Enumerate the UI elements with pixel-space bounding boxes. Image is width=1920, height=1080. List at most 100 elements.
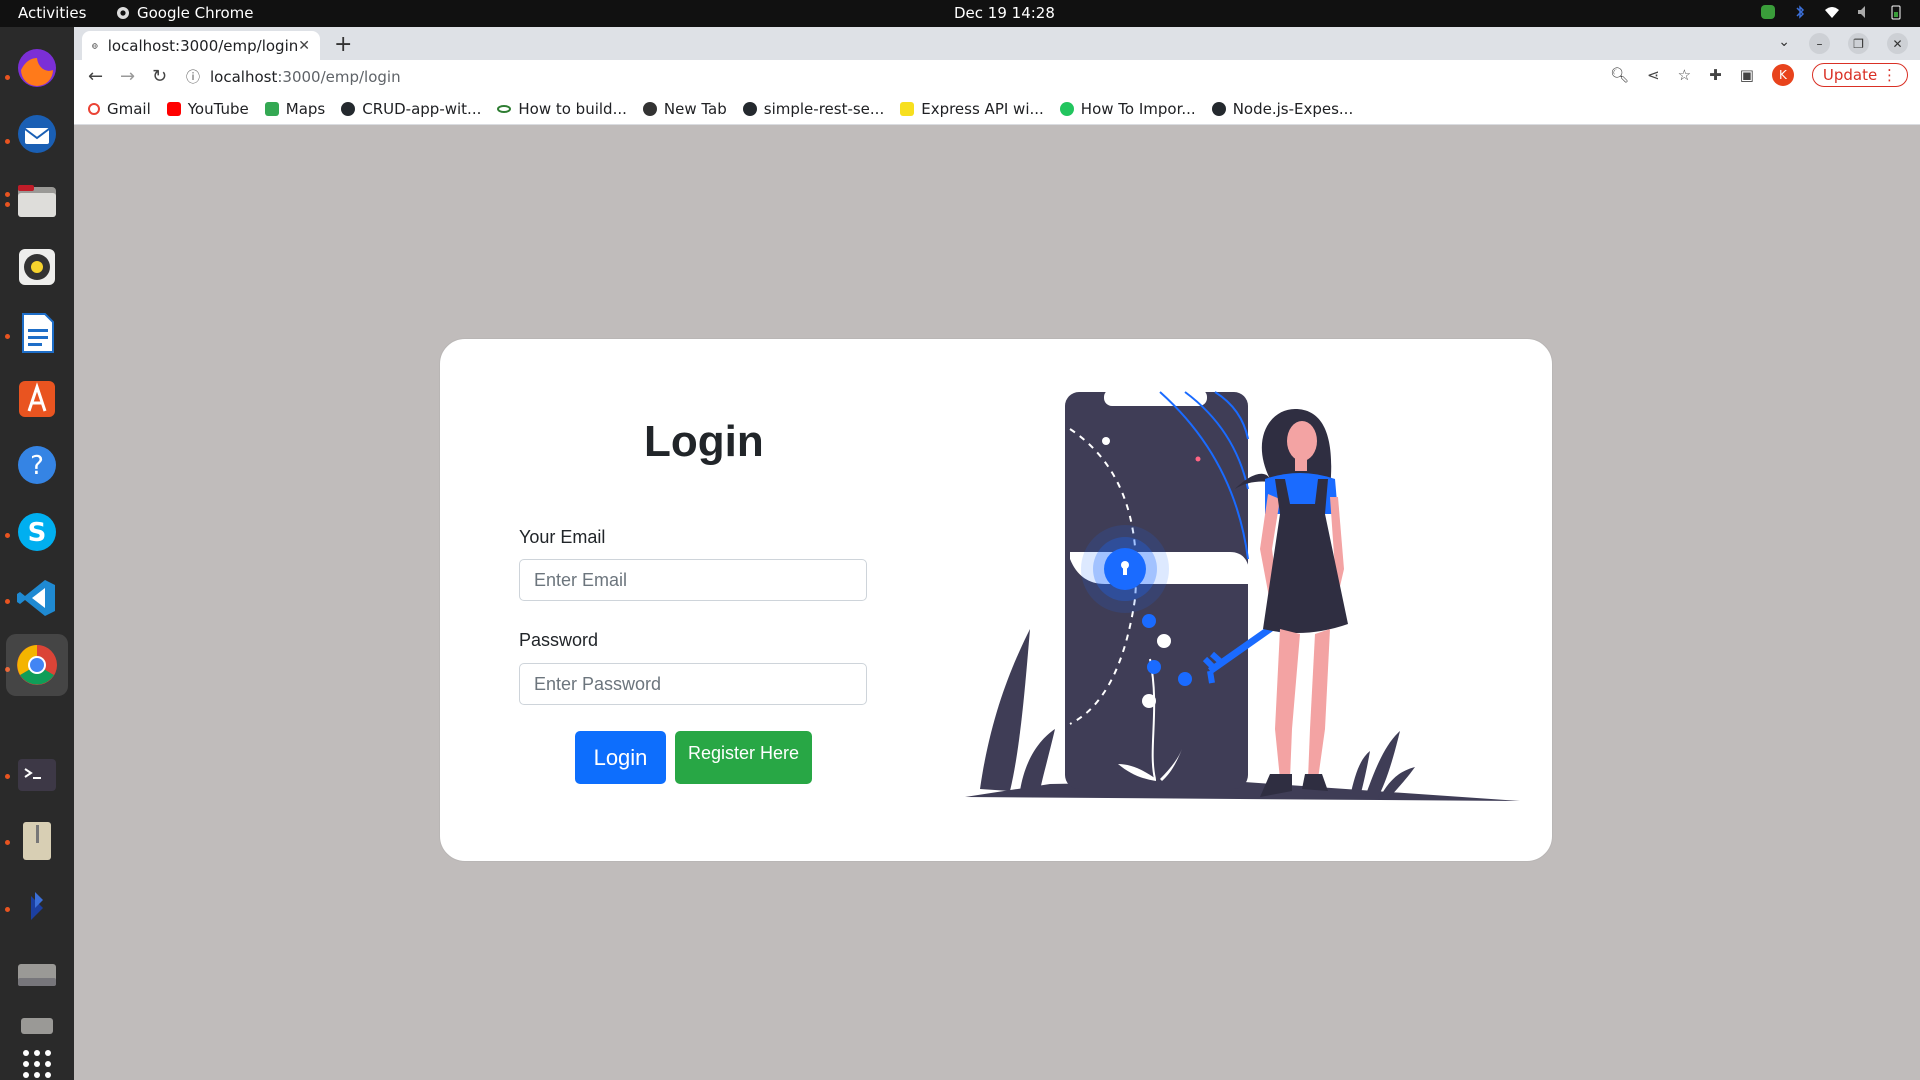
show-apps-grid-icon[interactable] bbox=[13, 1040, 61, 1080]
bookmark-nodejs-expes[interactable]: Node.js-Expes... bbox=[1211, 99, 1354, 118]
email-field[interactable] bbox=[519, 559, 867, 601]
decor-dot bbox=[1102, 437, 1110, 445]
flower-dot bbox=[1157, 634, 1171, 648]
bookmark-label: Maps bbox=[285, 99, 326, 118]
bookmark-label: YouTube bbox=[187, 99, 249, 118]
update-button[interactable]: Update ⋮ bbox=[1811, 63, 1908, 87]
bookmark-star-icon[interactable]: ☆ bbox=[1678, 66, 1691, 84]
zoom-icon[interactable]: 🔍︎ bbox=[1610, 66, 1629, 84]
bookmark-youtube[interactable]: YouTube bbox=[166, 99, 249, 118]
plant-leaf-left bbox=[980, 629, 1030, 791]
password-label: Password bbox=[519, 630, 599, 650]
forward-arrow-icon[interactable]: → bbox=[120, 66, 135, 87]
firefox-icon[interactable] bbox=[13, 44, 61, 92]
dock: ? S bbox=[0, 27, 74, 1080]
register-button[interactable]: Register Here bbox=[675, 731, 812, 784]
girl-face bbox=[1287, 421, 1317, 461]
bluetooth-icon bbox=[1792, 4, 1808, 20]
svg-text:S: S bbox=[28, 518, 47, 548]
page-title: Login bbox=[644, 417, 764, 466]
app-name-label: Google Chrome bbox=[137, 4, 254, 22]
archive-manager-icon[interactable] bbox=[13, 817, 61, 865]
share-icon[interactable]: ⋖ bbox=[1647, 66, 1660, 84]
dock-running-indicator bbox=[5, 192, 10, 197]
tab-title: localhost:3000/emp/login bbox=[107, 36, 299, 55]
dock-running-indicator bbox=[5, 202, 10, 207]
girl-leg-left bbox=[1275, 629, 1300, 779]
bookmark-label: Node.js-Expes... bbox=[1232, 99, 1354, 118]
maps-icon bbox=[264, 101, 279, 116]
terminal-icon[interactable] bbox=[13, 751, 61, 799]
restore-icon[interactable]: ❐ bbox=[1848, 33, 1869, 54]
youtube-icon bbox=[166, 101, 181, 116]
url-path: :3000/emp/login bbox=[277, 67, 401, 86]
bookmark-how-to-build[interactable]: How to build... bbox=[497, 100, 627, 118]
address-bar[interactable]: ⓘ localhost :3000/emp/login bbox=[186, 63, 1366, 90]
vscode-icon[interactable] bbox=[13, 574, 61, 622]
svg-text:?: ? bbox=[30, 451, 44, 481]
dock-running-indicator bbox=[5, 907, 10, 912]
update-label: Update bbox=[1822, 66, 1878, 84]
decor-dot bbox=[1195, 456, 1201, 462]
bookmark-gmail[interactable]: Gmail bbox=[88, 100, 151, 118]
libreoffice-writer-icon[interactable] bbox=[13, 309, 61, 357]
extensions-puzzle-icon[interactable]: ✚ bbox=[1709, 66, 1722, 84]
back-arrow-icon[interactable]: ← bbox=[88, 66, 103, 87]
skype-icon[interactable]: S bbox=[13, 508, 61, 556]
help-icon[interactable]: ? bbox=[13, 441, 61, 489]
side-panel-icon[interactable]: ▣ bbox=[1740, 66, 1754, 84]
bookmark-label: How to build... bbox=[518, 99, 627, 118]
profile-avatar[interactable]: K bbox=[1771, 64, 1794, 86]
site-info-icon[interactable]: ⓘ bbox=[186, 67, 200, 87]
tab-search-chevron-icon[interactable]: ⌄ bbox=[1778, 34, 1790, 50]
dock-running-indicator bbox=[5, 840, 10, 845]
tab-close-icon[interactable]: ✕ bbox=[298, 38, 310, 54]
dock-running-indicator bbox=[5, 334, 10, 339]
system-tray[interactable] bbox=[1760, 4, 1904, 20]
flower-dot bbox=[1178, 672, 1192, 686]
rhythmbox-icon[interactable] bbox=[13, 243, 61, 291]
dock-running-indicator bbox=[5, 774, 10, 779]
javascript-icon bbox=[900, 101, 915, 116]
tab-active[interactable]: localhost:3000/emp/login ✕ bbox=[82, 31, 320, 60]
bookmark-label: simple-rest-se... bbox=[763, 99, 885, 118]
login-card: Login Your Email Password Login Register… bbox=[439, 338, 1553, 862]
software-center-icon[interactable] bbox=[13, 375, 61, 423]
plant-right bbox=[1350, 751, 1370, 797]
thunderbird-icon[interactable] bbox=[13, 110, 61, 158]
flower-dot bbox=[1142, 614, 1156, 628]
dock-running-indicator bbox=[5, 533, 10, 538]
dock-running-indicator bbox=[5, 599, 10, 604]
bookmarks-bar: Gmail YouTube Maps CRUD-app-wit... How t… bbox=[74, 93, 1920, 125]
minimize-icon[interactable]: – bbox=[1809, 33, 1830, 54]
github-icon bbox=[341, 101, 356, 116]
system-top-bar: Activities Google Chrome Dec 19 14:28 bbox=[0, 0, 1920, 27]
bookmark-label: CRUD-app-wit... bbox=[362, 99, 482, 118]
browser-window: localhost:3000/emp/login ✕ + ⌄ – ❐ ✕ ← →… bbox=[74, 27, 1920, 1080]
girl-shoe-right bbox=[1302, 774, 1328, 791]
battery-icon bbox=[1888, 4, 1904, 20]
chrome-app-icon bbox=[117, 7, 129, 19]
password-field[interactable] bbox=[519, 663, 867, 705]
bookmark-maps[interactable]: Maps bbox=[264, 99, 326, 118]
files-icon[interactable] bbox=[13, 177, 61, 225]
bookmark-label: Gmail bbox=[107, 99, 151, 118]
chrome-icon[interactable] bbox=[6, 634, 68, 696]
reload-icon[interactable]: ↻ bbox=[152, 66, 167, 87]
close-window-icon[interactable]: ✕ bbox=[1887, 33, 1908, 54]
login-button[interactable]: Login bbox=[575, 731, 666, 784]
activities-button[interactable]: Activities bbox=[18, 4, 86, 22]
app-menu[interactable]: Google Chrome bbox=[116, 4, 254, 22]
bookmark-simple-rest[interactable]: simple-rest-se... bbox=[742, 99, 885, 118]
bookmark-new-tab[interactable]: New Tab bbox=[642, 100, 727, 118]
new-tab-button[interactable]: + bbox=[334, 32, 352, 57]
link-icon bbox=[497, 104, 512, 113]
drive-icon[interactable] bbox=[13, 950, 61, 998]
bluetooth-app-icon[interactable] bbox=[13, 884, 61, 932]
clock[interactable]: Dec 19 14:28 bbox=[954, 4, 1055, 22]
bookmark-express-api[interactable]: Express API wi... bbox=[900, 100, 1044, 118]
plant-leaf-left-2 bbox=[1020, 729, 1055, 791]
flower-dot bbox=[1142, 694, 1156, 708]
bookmark-crud-app[interactable]: CRUD-app-wit... bbox=[341, 100, 481, 118]
bookmark-how-to-import[interactable]: How To Impor... bbox=[1059, 100, 1196, 118]
